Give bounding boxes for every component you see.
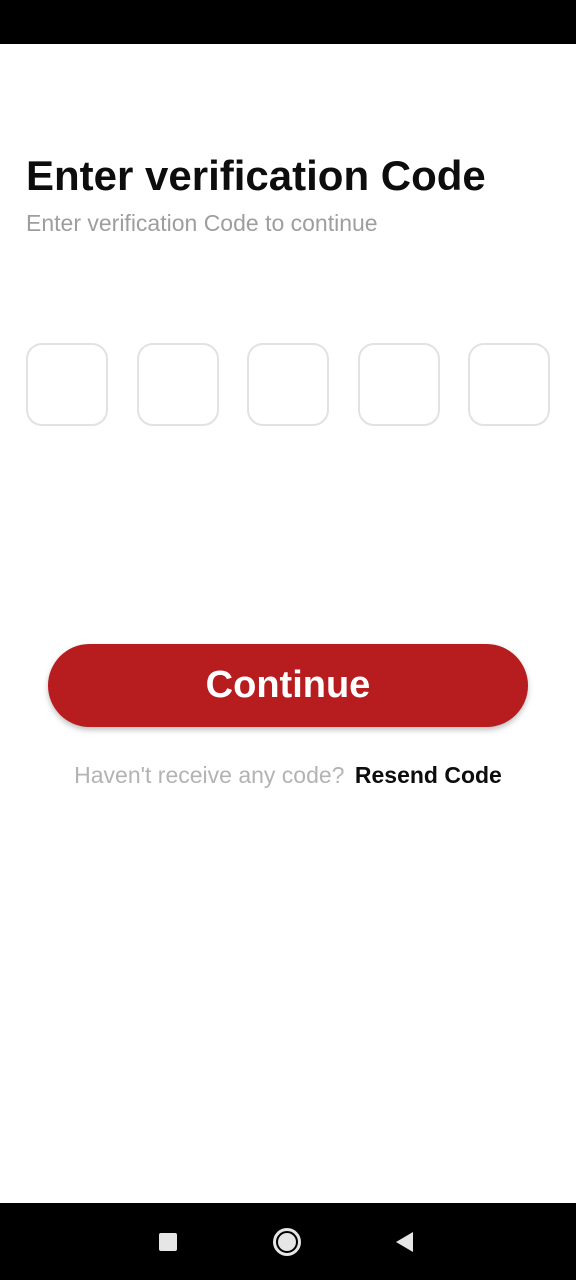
system-navigation-bar bbox=[0, 1203, 576, 1280]
continue-button[interactable]: Continue bbox=[48, 644, 528, 727]
status-bar bbox=[0, 0, 576, 44]
otp-digit-5[interactable] bbox=[468, 343, 550, 426]
page-subtitle: Enter verification Code to continue bbox=[26, 210, 378, 236]
resend-row: Haven't receive any code? Resend Code bbox=[0, 758, 576, 792]
recents-button[interactable] bbox=[128, 1203, 208, 1280]
otp-input-group bbox=[26, 343, 550, 426]
home-circle-icon bbox=[273, 1227, 301, 1256]
back-button[interactable] bbox=[364, 1203, 444, 1280]
back-triangle-icon bbox=[395, 1231, 413, 1252]
verification-screen: Enter verification Code Enter verificati… bbox=[0, 0, 576, 1280]
otp-digit-4[interactable] bbox=[357, 343, 440, 426]
resend-code-link[interactable]: Resend Code bbox=[355, 762, 502, 788]
resend-prompt-text: Haven't receive any code? bbox=[74, 762, 345, 788]
page-title: Enter verification Code bbox=[26, 152, 486, 199]
recents-square-icon bbox=[159, 1232, 177, 1251]
home-button[interactable] bbox=[247, 1203, 327, 1280]
otp-digit-1[interactable] bbox=[26, 343, 108, 426]
otp-digit-3[interactable] bbox=[247, 343, 329, 426]
otp-digit-2[interactable] bbox=[136, 343, 219, 426]
